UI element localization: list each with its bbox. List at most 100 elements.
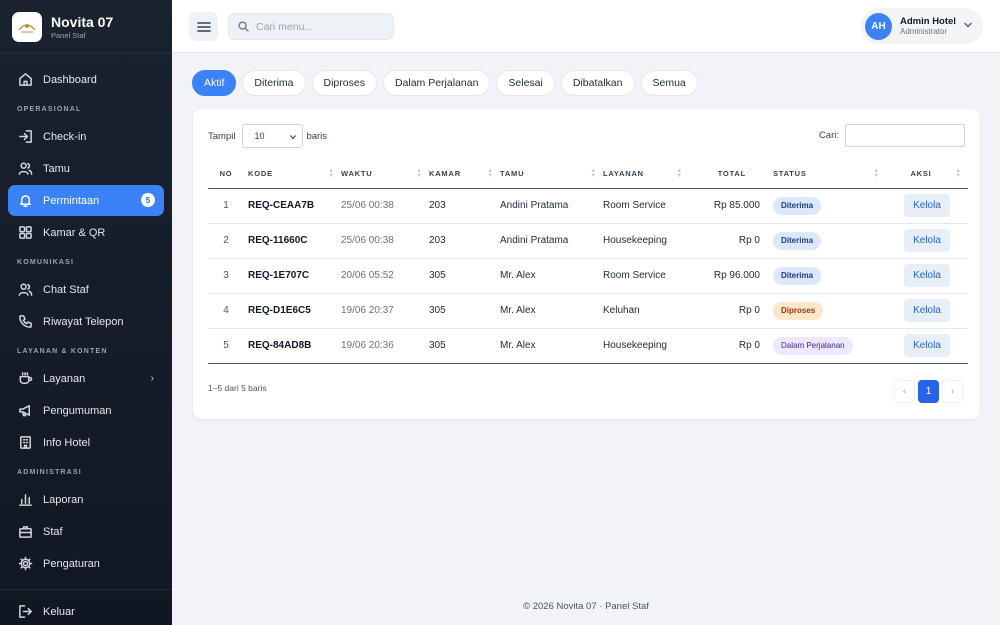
tab-dalam-perjalanan[interactable]: Dalam Perjalanan [382,70,491,96]
logout-icon [17,603,34,620]
count-badge: 5 [141,193,155,207]
cell-status: Diproses [769,293,886,329]
sidebar-item-layanan[interactable]: Layanan › [8,363,164,394]
status-badge: Dalam Perjalanan [773,336,853,355]
cell-no: 5 [208,328,244,364]
tab-diproses[interactable]: Diproses [311,70,377,96]
kelola-button[interactable]: Kelola [904,334,950,357]
search-input[interactable] [256,20,386,33]
tab-semua[interactable]: Semua [640,70,698,96]
sidebar-item-checkin[interactable]: Check-in [8,121,164,152]
page-length-control: Tampil 10 baris [208,124,327,148]
select-caret-icon [290,135,297,140]
gear-icon [17,555,34,572]
cell-aksi: Kelola [886,258,968,294]
column-header-waktu[interactable]: WAKTU ▲ ▼ [341,160,429,189]
tab-aktif[interactable]: Aktif [192,70,237,96]
chevron-down-icon [964,22,972,28]
kelola-button[interactable]: Kelola [904,264,950,287]
column-label: NO [219,169,233,179]
sidebar-item-label: Riwayat Telepon [43,315,124,328]
cell-aksi: Kelola [886,293,968,329]
tab-dibatalkan[interactable]: Dibatalkan [560,70,635,96]
cell-tamu: Mr. Alex [500,293,603,329]
sidebar-item-pengaturan[interactable]: Pengaturan [8,548,164,579]
sidebar-item-laporan[interactable]: Laporan [8,484,164,515]
table-info: 1–5 dari 5 baris [208,383,267,393]
tab-diterima[interactable]: Diterima [242,70,306,96]
column-header-kamar[interactable]: KAMAR ▲ ▼ [429,160,500,189]
column-header-status[interactable]: STATUS ▲ ▼ [769,160,886,189]
menu-toggle-button[interactable] [189,12,218,41]
sidebar-item-label: Info Hotel [43,436,91,449]
column-label: TAMU [500,169,525,179]
sidebar-item-chat-staf[interactable]: Chat Staf [8,274,164,305]
column-header-layanan[interactable]: LAYANAN ▲ ▼ [603,160,689,189]
sidebar-item-label: Tamu [43,162,70,175]
cell-no: 1 [208,188,244,224]
sidebar-item-label: Staf [43,525,63,538]
column-header-no[interactable]: NO [208,160,244,189]
cell-waktu: 19/06 20:37 [341,293,429,329]
cell-kode: REQ-84AD8B [244,328,341,364]
megaphone-icon [17,402,34,419]
grid-icon [17,224,34,241]
sort-icon: ▲ ▼ [955,168,962,179]
cell-total: Rp 0 [689,293,769,329]
sidebar-item-label: Dashboard [43,73,97,86]
bar-chart-icon [17,491,34,508]
cell-status: Diterima [769,223,886,259]
sidebar-item-riwayat-telepon[interactable]: Riwayat Telepon [8,306,164,337]
cell-tamu: Mr. Alex [500,258,603,294]
column-header-aksi: AKSI ▲ ▼ [886,160,968,189]
cell-kamar: 305 [429,258,500,294]
cell-kode: REQ-CEAA7B [244,188,341,224]
briefcase-icon [17,523,34,540]
column-header-tamu[interactable]: TAMU ▲ ▼ [500,160,603,189]
menu-search [228,13,394,40]
user-menu[interactable]: AH Admin Hotel Administrator [861,8,983,44]
kelola-button[interactable]: Kelola [904,229,950,252]
sidebar-item-staf[interactable]: Staf [8,516,164,547]
table-row: 2 REQ-11660C 25/06 00:38 203 Andini Prat… [208,223,968,259]
sidebar-item-keluar[interactable]: Keluar [8,596,164,625]
cell-layanan: Keluhan [603,293,689,329]
section-komunikasi: KOMUNIKASI [17,259,75,266]
cell-tamu: Andini Pratama [500,223,603,259]
cell-aksi: Kelola [886,328,968,364]
table-search-input[interactable] [845,124,965,147]
sidebar-nav: Dashboard OPERASIONAL Check-in Tamu Perm… [0,54,172,625]
sidebar-item-info-hotel[interactable]: Info Hotel [8,427,164,458]
cell-waktu: 20/06 05:52 [341,258,429,294]
tab-selesai[interactable]: Selesai [496,70,555,96]
length-label: Tampil [208,130,236,142]
next-page-button[interactable]: › [942,380,963,403]
kelola-button[interactable]: Kelola [904,194,950,217]
column-header-kode[interactable]: KODE ▲ ▼ [244,160,341,189]
prev-page-button[interactable]: ‹ [894,380,915,403]
page-1-button[interactable]: 1 [918,380,939,403]
cell-tamu: Andini Pratama [500,188,603,224]
page-length-select[interactable]: 10 [242,124,304,148]
sidebar-item-dashboard[interactable]: Dashboard [8,64,164,95]
sidebar-item-permintaan[interactable]: Permintaan 5 [8,185,164,216]
column-label: AKSI [910,169,932,179]
kelola-button[interactable]: Kelola [904,299,950,322]
cell-no: 3 [208,258,244,294]
cell-total: Rp 96.000 [689,258,769,294]
sidebar-item-tamu[interactable]: Tamu [8,153,164,184]
status-tabs: Aktif Diterima Diproses Dalam Perjalanan… [192,70,704,96]
sidebar-item-pengumuman[interactable]: Pengumuman [8,395,164,426]
cell-aksi: Kelola [886,223,968,259]
cell-layanan: Room Service [603,188,689,224]
sidebar-item-kamar-qr[interactable]: Kamar & QR [8,217,164,248]
user-name: Admin Hotel [900,16,956,27]
sidebar-item-label: Pengumuman [43,404,112,417]
building-icon [17,434,34,451]
cell-kamar: 203 [429,188,500,224]
user-role: Administrator [900,27,948,36]
sort-icon: ▲ ▼ [676,168,683,179]
column-header-total[interactable]: TOTAL [689,160,769,189]
cell-kamar: 203 [429,223,500,259]
sort-icon: ▲ ▼ [487,168,494,179]
